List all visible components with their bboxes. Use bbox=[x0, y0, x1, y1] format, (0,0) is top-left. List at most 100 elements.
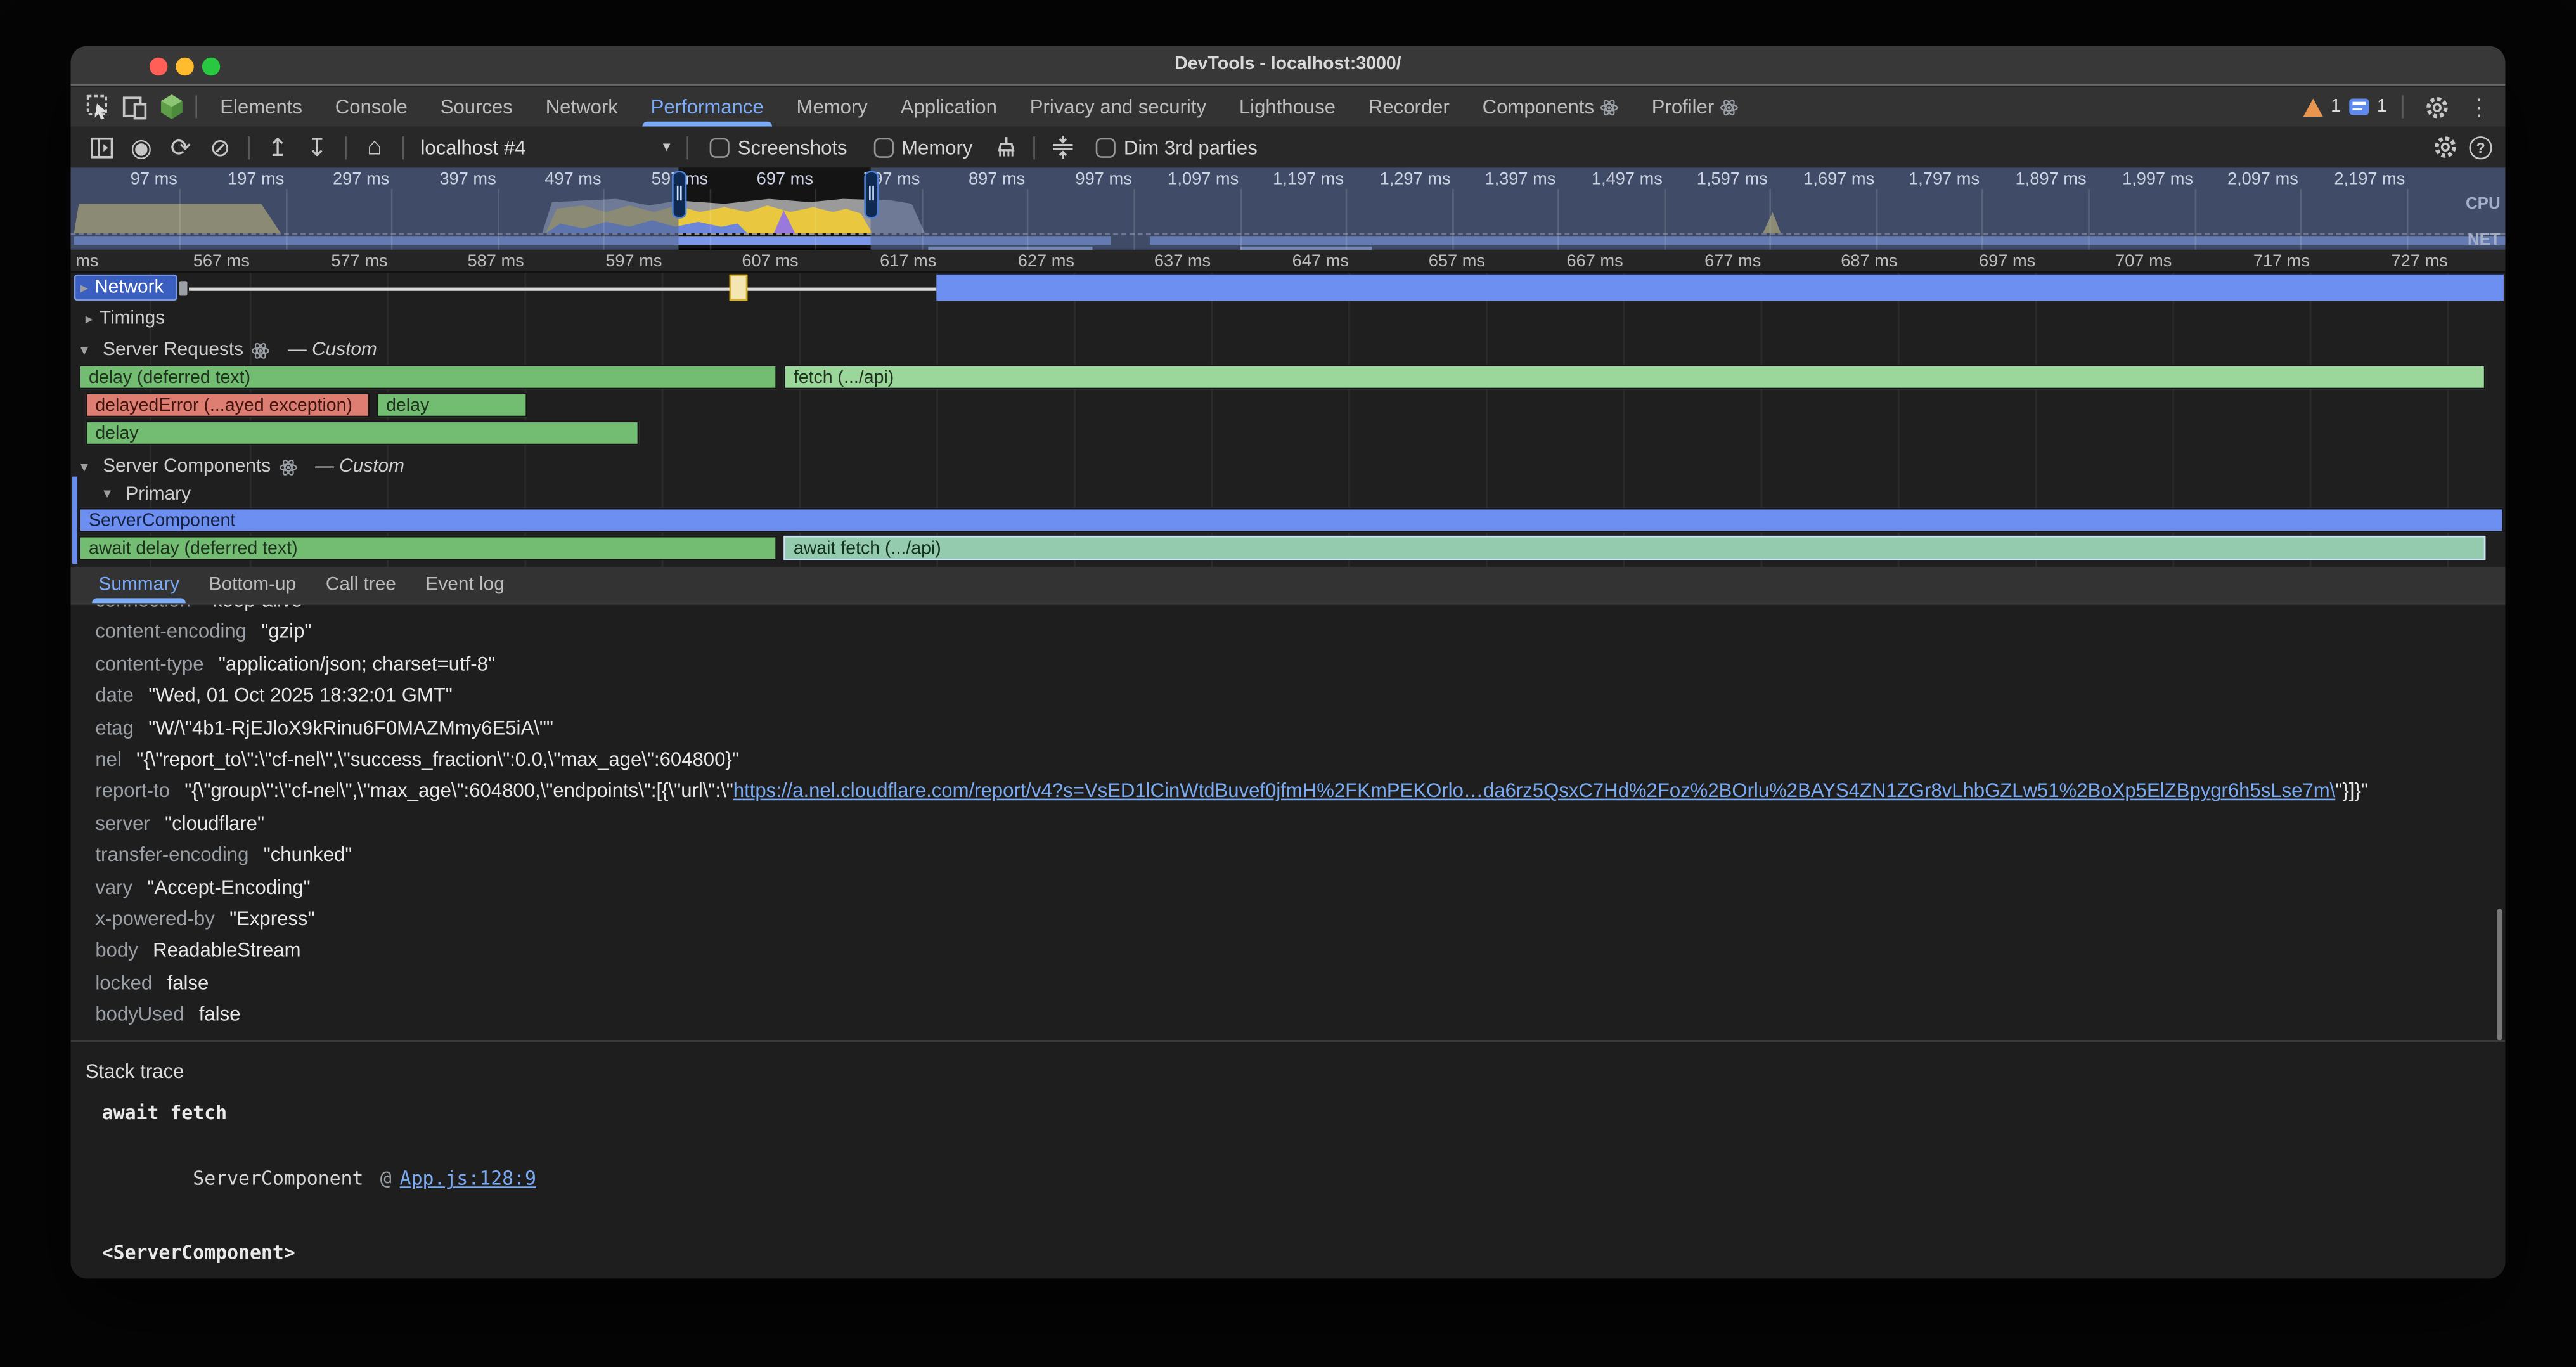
record-icon[interactable]: ◉ bbox=[123, 131, 159, 164]
header-value: "cloudflare" bbox=[165, 808, 264, 839]
selected-request-marker[interactable] bbox=[730, 275, 748, 301]
header-value: ReadableStream bbox=[153, 936, 300, 968]
ruler-tick: 687 ms bbox=[1799, 250, 1898, 273]
help-icon[interactable]: ? bbox=[2469, 136, 2492, 159]
timeline-entry[interactable]: delay bbox=[86, 421, 639, 446]
primary-label: Primary bbox=[126, 484, 191, 503]
panel-tab[interactable]: Performance bbox=[634, 87, 780, 126]
triangle-down-icon: ▾ bbox=[80, 458, 88, 476]
checkbox-box[interactable] bbox=[1096, 137, 1116, 157]
header-row: content-type "application/json; charset=… bbox=[70, 649, 2505, 680]
header-value: "W/\"4b1-RjEJloX9kRinu6F0MAZMmy6E5iA\"" bbox=[148, 713, 553, 744]
ruler-tick: 627 ms bbox=[976, 250, 1075, 273]
screenshots-checkbox[interactable]: Screenshots bbox=[710, 136, 847, 159]
checkbox-box[interactable] bbox=[873, 137, 893, 157]
panel-tab[interactable]: Profiler bbox=[1635, 87, 1755, 126]
warning-icon[interactable] bbox=[2303, 98, 2322, 116]
scrollbar-thumb[interactable] bbox=[2497, 909, 2502, 1040]
panel-tab[interactable]: Lighthouse bbox=[1223, 87, 1352, 126]
details-tab[interactable]: Summary bbox=[84, 567, 194, 603]
frame-source-link[interactable]: App.js:128:9 bbox=[400, 1167, 536, 1190]
panel-tab[interactable]: Elements bbox=[203, 87, 319, 126]
react-atom-icon bbox=[1721, 98, 1739, 116]
timeline-entry[interactable]: fetch (.../api) bbox=[783, 365, 2485, 389]
panel-tab[interactable]: Application bbox=[884, 87, 1014, 126]
report-to-url-link[interactable]: https://a.nel.cloudflare.com/report/v4?s… bbox=[733, 779, 2336, 802]
divider bbox=[248, 136, 250, 159]
overview-dim-left bbox=[70, 167, 678, 250]
details-tab[interactable]: Event log bbox=[411, 567, 519, 603]
header-row: connection "keep-alive" bbox=[70, 605, 2505, 617]
device-toolbar-icon[interactable] bbox=[117, 91, 153, 124]
server-components-row1: ServerComponent bbox=[70, 508, 2505, 534]
ruler-tick: 707 ms bbox=[2073, 250, 2172, 273]
dim-3rd-parties-checkbox[interactable]: Dim 3rd parties bbox=[1096, 136, 1258, 159]
toggle-sidebar-icon[interactable] bbox=[84, 131, 120, 164]
more-options-icon[interactable]: ⋮ bbox=[2463, 93, 2496, 120]
timeline-entry[interactable]: delay (deferred text) bbox=[79, 365, 777, 389]
timeline-entry[interactable]: delayedError (...ayed exception) bbox=[86, 392, 370, 417]
network-request-bar[interactable] bbox=[936, 275, 2504, 301]
server-components-label: Server Components bbox=[103, 457, 271, 477]
upload-profile-icon[interactable]: ↥ bbox=[260, 131, 296, 164]
ruler-tick: 617 ms bbox=[838, 250, 937, 273]
download-profile-icon[interactable]: ↧ bbox=[299, 131, 335, 164]
panel-tabs: Elements Console bbox=[203, 87, 1755, 126]
issues-icon[interactable] bbox=[2349, 99, 2369, 115]
server-requests-row2: delayedError (...ayed exception) delay bbox=[70, 392, 2505, 418]
settings-gear-icon[interactable] bbox=[2418, 91, 2454, 124]
react-atom-icon bbox=[1600, 98, 1619, 116]
panel-tab[interactable]: Console bbox=[319, 87, 424, 126]
warning-count[interactable]: 1 bbox=[2331, 97, 2341, 117]
profile-select[interactable]: localhost #4 ▾ bbox=[421, 136, 671, 159]
clear-icon[interactable]: ⊘ bbox=[202, 131, 238, 164]
header-key: vary bbox=[95, 872, 132, 904]
reload-and-record-icon[interactable]: ⟳ bbox=[163, 131, 199, 164]
server-requests-track-header[interactable]: ▾ Server Requests — Custom bbox=[70, 337, 2505, 363]
header-row: bodyUsed false bbox=[70, 999, 2505, 1031]
timeline-entry[interactable]: delay bbox=[377, 392, 527, 417]
server-requests-row3: delay bbox=[70, 421, 2505, 447]
panel-tab[interactable]: Network bbox=[529, 87, 634, 126]
window-titlebar: DevTools - localhost:3000/ bbox=[70, 46, 2505, 86]
triangle-down-icon: ▾ bbox=[80, 341, 88, 360]
details-tab[interactable]: Call tree bbox=[311, 567, 411, 603]
header-key: content-type bbox=[95, 649, 203, 680]
timeline-entry[interactable]: await fetch (.../api) bbox=[783, 536, 2485, 560]
panel-tab[interactable]: Memory bbox=[780, 87, 884, 126]
header-row-report-to: report-to "{\"group\":\"cf-nel\",\"max_a… bbox=[70, 776, 2505, 808]
stack-frame: App@App.js:190:16 bbox=[70, 1269, 2505, 1278]
divider bbox=[195, 95, 197, 118]
flamechart-tracks[interactable]: ▸ Network ▸ Timings ▾ Server Requests bbox=[70, 273, 2505, 567]
panel-tab[interactable]: Sources bbox=[424, 87, 529, 126]
home-icon[interactable]: ⌂ bbox=[356, 131, 392, 164]
selection-drag-handle[interactable] bbox=[672, 171, 686, 219]
network-track-header[interactable]: ▸ Network bbox=[74, 275, 177, 301]
checkbox-box[interactable] bbox=[710, 137, 730, 157]
details-tabbar: Summary Bottom-up Call tree Event log bbox=[70, 567, 2505, 605]
panel-settings-gear-icon[interactable] bbox=[2426, 131, 2463, 164]
panel-tab[interactable]: Privacy and security bbox=[1014, 87, 1223, 126]
timeline-entry[interactable]: await delay (deferred text) bbox=[79, 536, 777, 560]
timeline-entry[interactable]: ServerComponent bbox=[79, 508, 2503, 533]
panel-tab[interactable]: Components bbox=[1466, 87, 1635, 126]
header-rows: connection "keep-alive" content-encoding… bbox=[70, 605, 2505, 776]
panel-tab[interactable]: Recorder bbox=[1352, 87, 1466, 126]
triangle-right-icon: ▸ bbox=[86, 310, 93, 328]
track-grip-icon[interactable] bbox=[179, 281, 188, 295]
header-value: "Wed, 01 Oct 2025 18:32:01 GMT" bbox=[148, 680, 453, 712]
primary-subtrack-header[interactable]: ▾ Primary bbox=[70, 481, 2505, 506]
timings-track[interactable]: ▸ Timings bbox=[70, 306, 2505, 332]
header-value: "Express" bbox=[229, 904, 314, 935]
garbage-collect-icon[interactable] bbox=[988, 131, 1024, 164]
issues-count[interactable]: 1 bbox=[2377, 97, 2387, 117]
memory-checkbox[interactable]: Memory bbox=[873, 136, 972, 159]
server-components-track-header[interactable]: ▾ Server Components — Custom bbox=[70, 453, 2505, 479]
header-value: "chunked" bbox=[264, 840, 352, 872]
collapse-sections-icon[interactable] bbox=[1045, 131, 1081, 164]
details-tab[interactable]: Bottom-up bbox=[194, 567, 311, 603]
timeline-overview[interactable]: 97 ms 197 ms 297 ms 397 ms 497 ms 597 ms… bbox=[70, 167, 2505, 250]
inspect-element-icon[interactable] bbox=[80, 91, 117, 124]
detail-time-ruler: ms567 ms577 ms587 ms597 ms607 ms617 ms62… bbox=[70, 250, 2505, 273]
selection-drag-handle[interactable] bbox=[864, 171, 879, 219]
